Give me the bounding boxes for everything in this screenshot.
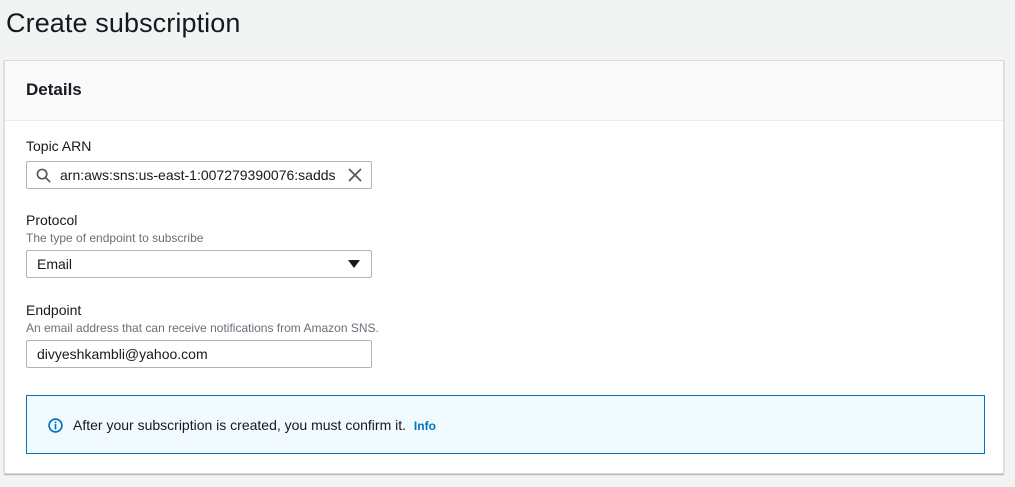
endpoint-description: An email address that can receive notifi… [26, 321, 379, 335]
protocol-label: Protocol [26, 212, 78, 228]
info-icon [48, 418, 63, 433]
endpoint-label: Endpoint [26, 302, 82, 318]
details-panel: Details Topic ARN arn:aws:sns:us-east-1:… [4, 60, 1004, 474]
protocol-selected-value: Email [37, 256, 73, 272]
close-icon[interactable] [348, 168, 362, 182]
page-title: Create subscription [6, 8, 241, 38]
topic-arn-label: Topic ARN [26, 138, 92, 154]
alert-message: After your subscription is created, you … [73, 417, 407, 433]
topic-arn-value: arn:aws:sns:us-east-1:007279390076:sadds… [60, 167, 336, 183]
topic-arn-input[interactable]: arn:aws:sns:us-east-1:007279390076:sadds… [26, 161, 372, 189]
alert-message-container: After your subscription is created, you … [73, 417, 436, 433]
endpoint-input[interactable]: divyeshkambli@yahoo.com [26, 340, 372, 368]
info-link[interactable]: Info [414, 419, 436, 433]
endpoint-value: divyeshkambli@yahoo.com [37, 346, 208, 362]
caret-down-icon [348, 260, 360, 268]
protocol-select[interactable]: Email [26, 250, 372, 278]
search-icon [36, 168, 51, 183]
details-heading: Details [26, 80, 82, 99]
confirmation-alert: After your subscription is created, you … [26, 395, 985, 454]
details-panel-header: Details [5, 61, 1003, 121]
protocol-description: The type of endpoint to subscribe [26, 231, 204, 245]
